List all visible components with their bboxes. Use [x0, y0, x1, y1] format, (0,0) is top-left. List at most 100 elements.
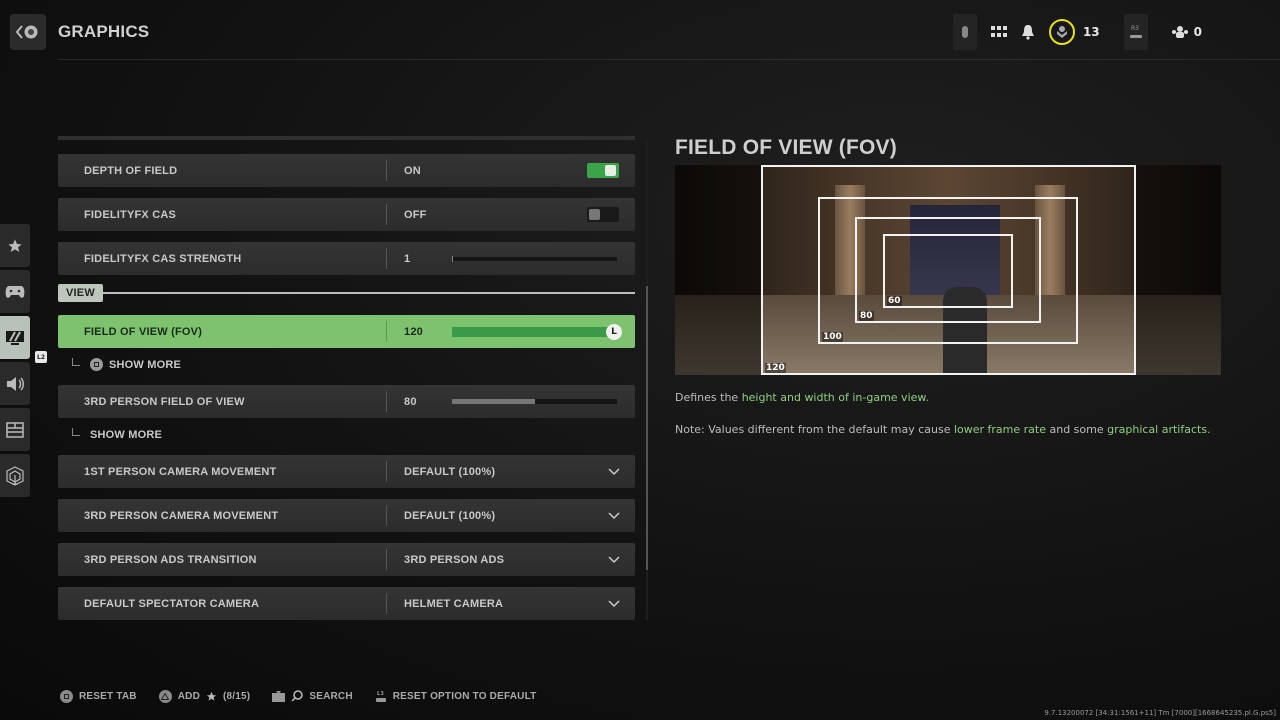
back-button[interactable] [10, 14, 46, 50]
third-fov-slider[interactable] [452, 399, 617, 404]
rank-ring [1048, 19, 1075, 45]
network-icon [6, 465, 24, 486]
footer-hints: RESET TAB ADD (8/15) SEARCH L3 RESET OPT… [60, 689, 536, 703]
monitor-icon [6, 330, 24, 345]
chevron-down-icon[interactable] [607, 508, 621, 522]
setting-value: HELMET CAMERA [404, 597, 504, 610]
setting-label: DEFAULT SPECTATOR CAMERA [84, 597, 260, 610]
toggle-knob [589, 209, 600, 220]
chevron-down-icon[interactable] [607, 596, 621, 610]
setting-value: DEFAULT (100%) [404, 509, 496, 522]
chevron-down-icon[interactable] [607, 552, 621, 566]
l3-button-icon: L3 [375, 691, 386, 702]
cas-strength-slider[interactable] [452, 256, 617, 262]
separator [386, 248, 387, 269]
layout-icon [6, 421, 24, 438]
square-button-icon [90, 358, 103, 371]
tab-controller[interactable] [0, 270, 30, 313]
setting-value: 120 [404, 325, 423, 338]
section-view: VIEW [58, 283, 635, 303]
separator [386, 321, 387, 342]
star-icon [206, 691, 217, 701]
fov-show-more[interactable]: SHOW MORE [58, 352, 635, 377]
reset-tab-button[interactable]: RESET TAB [60, 689, 137, 703]
setting-depth-of-field[interactable]: DEPTH OF FIELD ON [58, 154, 635, 187]
l2-hint-icon: L2 [35, 351, 47, 363]
search-label: SEARCH [309, 690, 353, 702]
setting-label: FIDELITYFX CAS STRENGTH [84, 252, 242, 265]
search-icon [291, 690, 304, 702]
show-more-label: SHOW MORE [109, 358, 182, 371]
grid-icon [990, 26, 1007, 37]
slider-tick [452, 256, 453, 262]
fov-slider[interactable]: L [452, 324, 622, 340]
setting-3rd-person-fov[interactable]: 3RD PERSON FIELD OF VIEW 80 [58, 385, 635, 418]
fov-frame-60: 60 [883, 234, 1013, 308]
favorites-count: (8/15) [223, 690, 251, 702]
desc-highlight: graphical artifacts. [1107, 423, 1211, 436]
scrollbar-thumb[interactable] [646, 286, 648, 570]
reset-option-button[interactable]: L3 RESET OPTION TO DEFAULT [375, 689, 537, 703]
slider-knob-l-stick[interactable]: L [606, 324, 622, 340]
desc-text: and some [1045, 423, 1108, 436]
tab-interface[interactable] [0, 408, 30, 451]
slider-fill [452, 327, 617, 337]
add-label: ADD [177, 690, 200, 702]
back-icon [16, 25, 38, 39]
add-favorite-button[interactable]: ADD (8/15) [158, 689, 251, 703]
fov-preview-image: 120 100 80 60 [675, 165, 1221, 375]
setting-default-spectator-camera[interactable]: DEFAULT SPECTATOR CAMERA HELMET CAMERA [58, 587, 635, 620]
rank-indicator[interactable]: 13 [1048, 19, 1100, 45]
setting-value: 80 [404, 395, 417, 408]
desc-highlight: height and width of in-game view. [741, 391, 929, 404]
third-fov-show-more[interactable]: SHOW MORE [58, 422, 635, 447]
party-indicator[interactable]: 0 [1171, 25, 1202, 39]
fidelityfx-cas-toggle[interactable] [587, 207, 619, 222]
reset-tab-label: RESET TAB [79, 690, 137, 702]
setting-label: 3RD PERSON ADS TRANSITION [84, 553, 257, 566]
section-line [102, 292, 635, 294]
svg-text:R3: R3 [1131, 25, 1139, 32]
setting-1st-person-camera-movement[interactable]: 1ST PERSON CAMERA MOVEMENT DEFAULT (100%… [58, 455, 635, 488]
page-title: GRAPHICS [58, 22, 150, 41]
r3-button-icon: R3 [1129, 25, 1142, 38]
separator [386, 593, 387, 614]
search-button[interactable]: SEARCH [272, 690, 353, 702]
setting-3rd-person-camera-movement[interactable]: 3RD PERSON CAMERA MOVEMENT DEFAULT (100%… [58, 499, 635, 532]
setting-3rd-person-ads-transition[interactable]: 3RD PERSON ADS TRANSITION 3RD PERSON ADS [58, 543, 635, 576]
description-line-2: Note: Values different from the default … [675, 423, 1211, 436]
tab-network[interactable] [0, 454, 30, 497]
triangle-button-icon [158, 689, 172, 703]
fov-label: 120 [765, 363, 786, 373]
square-button-icon [60, 689, 73, 703]
tab-audio[interactable] [0, 362, 30, 405]
rank-chevron-icon [1056, 26, 1067, 38]
setting-label: DEPTH OF FIELD [84, 164, 178, 177]
notifications-button[interactable] [1021, 24, 1035, 40]
setting-field-of-view[interactable]: FIELD OF VIEW (FOV) 120 L [58, 315, 635, 348]
setting-value: ON [404, 164, 421, 177]
setting-value: 1 [404, 252, 411, 265]
chevron-down-icon[interactable] [607, 464, 621, 478]
r3-hint[interactable]: R3 [1123, 14, 1148, 50]
setting-fidelityfx-cas[interactable]: FIDELITYFX CAS OFF [58, 198, 635, 231]
setting-value: DEFAULT (100%) [404, 465, 496, 478]
setting-value: OFF [404, 208, 427, 221]
tab-graphics[interactable] [0, 316, 30, 359]
depth-of-field-toggle[interactable] [587, 163, 619, 178]
setting-fidelityfx-cas-strength[interactable]: FIDELITYFX CAS STRENGTH 1 [58, 242, 635, 275]
show-more-label: SHOW MORE [90, 428, 163, 441]
detail-title: FIELD OF VIEW (FOV) [675, 136, 897, 159]
separator [386, 461, 387, 482]
speaker-icon [7, 376, 24, 391]
fov-label: 60 [887, 296, 902, 306]
list-top-edge [58, 136, 635, 140]
desc-text: Note: Values different from the default … [675, 423, 954, 436]
desc-highlight: lower frame rate [953, 423, 1046, 436]
grid-menu-button[interactable] [990, 26, 1007, 38]
toggle-knob [605, 165, 616, 176]
rank-count: 13 [1082, 25, 1100, 39]
touchpad-hint[interactable] [952, 14, 977, 50]
tab-favorites[interactable] [0, 224, 30, 267]
settings-list: DEPTH OF FIELD ON FIDELITYFX CAS OFF FID… [58, 136, 635, 631]
